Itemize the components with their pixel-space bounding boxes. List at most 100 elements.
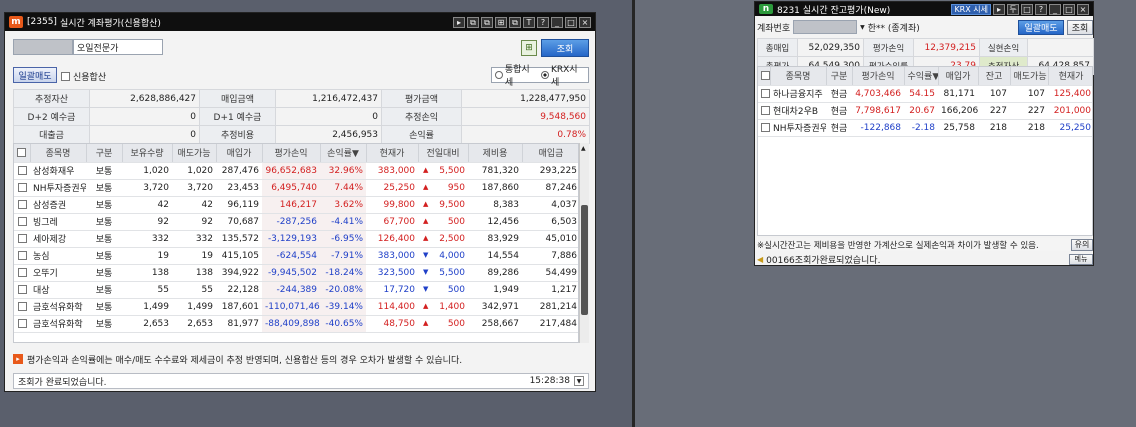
table-row[interactable]: 금호석유화학 보통 2,653 2,653 81,977 -88,409,898 -40.6… [14, 315, 578, 333]
account-number-masked-right[interactable] [793, 20, 858, 34]
column-header-right-4[interactable]: 매입가 [938, 67, 979, 86]
column-header-2[interactable]: 보유수량 [122, 144, 173, 163]
credit-sum-toggle[interactable]: 신용합산 [61, 70, 106, 83]
table-row[interactable]: 농심보통1919415,105-624,554-7.91%383,0004,00… [14, 247, 578, 265]
row-checkbox-cell[interactable] [14, 230, 30, 248]
notice-button[interactable]: 유의 [1071, 238, 1093, 251]
row-checkbox-cell[interactable] [14, 247, 30, 265]
column-header-5[interactable]: 평가손익 [262, 144, 321, 163]
row-checkbox[interactable] [17, 199, 27, 209]
radio-integrated[interactable]: 통합시세 [495, 62, 537, 88]
title-button-9[interactable]: × [579, 16, 591, 28]
row-checkbox[interactable] [17, 233, 27, 243]
scroll-up-icon[interactable]: ▲ [581, 145, 586, 152]
stock-name[interactable]: 현대차2우B [770, 102, 826, 120]
title-button-right-0[interactable]: ▸ [993, 3, 1005, 15]
title-button-8[interactable]: □ [565, 16, 577, 28]
table-row[interactable]: 삼성화재우 보통 1,020 1,020 287,476 96,652,683 32.96%… [14, 162, 578, 180]
account-dropdown-icon[interactable]: ▼ [860, 24, 865, 31]
search-button-right[interactable]: 조회 [1067, 19, 1093, 35]
stock-name[interactable]: 삼성증권 [30, 196, 86, 214]
table-row[interactable]: 대상보통555522,128-244,389-20.08%17,7205001,… [14, 281, 578, 299]
table-row[interactable]: 세아제강 보통 332 332 135,572 -3,129,193 -6.95% 126,4… [14, 230, 578, 248]
title-button-7[interactable]: _ [551, 16, 563, 28]
table-row[interactable]: 오뚜기 보통 138 138 394,922 -9,945,502 -18.24% 323,5… [14, 264, 578, 282]
stock-name[interactable]: NH투자증권우 [30, 179, 86, 197]
column-header-right-5[interactable]: 잔고 [978, 67, 1011, 86]
row-checkbox[interactable] [17, 216, 27, 226]
row-checkbox-cell[interactable] [14, 315, 30, 333]
title-button-right-4[interactable]: _ [1049, 3, 1061, 15]
row-checkbox-cell[interactable] [14, 179, 30, 197]
title-button-3[interactable]: ⊞ [495, 16, 507, 28]
stock-name[interactable]: 삼성화재우 [30, 162, 86, 180]
row-checkbox[interactable] [17, 165, 27, 175]
row-checkbox-cell[interactable] [14, 281, 30, 299]
stock-name[interactable]: 세아제강 [30, 230, 86, 248]
export-icon[interactable]: ⊞ [521, 40, 537, 56]
table-row[interactable]: 금호석유화학 보통 1,499 1,499 187,601 -110,071,465 -39… [14, 298, 578, 316]
krx-toggle[interactable]: KRX 시세 [951, 3, 991, 15]
table-row[interactable]: NH투자증권우 현금 -122,868 -2.18 25,758 218 218 25,250 [758, 119, 1092, 137]
row-checkbox[interactable] [17, 284, 27, 294]
column-header-8[interactable]: 전일대비 [418, 144, 469, 163]
row-checkbox[interactable] [17, 182, 27, 192]
row-checkbox-cell[interactable] [14, 298, 30, 316]
row-checkbox[interactable] [17, 250, 27, 260]
header-checkbox-right[interactable] [758, 67, 771, 86]
stock-name[interactable]: NH투자증권우 [770, 119, 826, 137]
stock-name[interactable]: 대상 [30, 281, 86, 299]
column-header-6[interactable]: 손익률▼ [320, 144, 367, 163]
row-checkbox[interactable] [761, 88, 770, 98]
select-all-checkbox[interactable] [17, 147, 27, 157]
credit-sum-checkbox[interactable] [61, 72, 70, 81]
status-dropdown-icon[interactable]: ▼ [574, 376, 584, 386]
menu-button[interactable]: 메뉴 [1069, 253, 1093, 265]
row-checkbox-cell[interactable] [14, 196, 30, 214]
title-button-6[interactable]: ? [537, 16, 549, 28]
table-row[interactable]: 현대차2우B 현금 7,798,617 20.67 166,206 227 227 201,0… [758, 102, 1092, 120]
column-header-right-2[interactable]: 평가손익 [852, 67, 905, 86]
column-header-right-1[interactable]: 구분 [826, 67, 853, 86]
title-button-4[interactable]: ⧉ [509, 16, 521, 28]
table-row[interactable]: 빙그레보통929270,687-287,256-4.41%67,70050012… [14, 213, 578, 231]
stock-name[interactable]: 빙그레 [30, 213, 86, 231]
title-button-right-6[interactable]: × [1077, 3, 1089, 15]
search-button[interactable]: 조회 [541, 39, 589, 57]
account-number-masked[interactable] [13, 39, 73, 55]
row-checkbox-cell[interactable] [14, 264, 30, 282]
column-header-right-6[interactable]: 매도가능 [1010, 67, 1049, 86]
row-checkbox[interactable] [17, 267, 27, 277]
row-checkbox-cell[interactable] [14, 213, 30, 231]
stock-name[interactable]: 금호석유화학 [30, 298, 86, 316]
title-bar-right[interactable]: n 8231 실시간 잔고평가(New) KRX 시세 ▸ 두 □? _ □ × [755, 2, 1093, 16]
title-button-right-2[interactable]: □ [1021, 3, 1033, 15]
row-checkbox-cell[interactable] [14, 162, 30, 180]
title-button-5[interactable]: T [523, 16, 535, 28]
column-header-10[interactable]: 매입금 [522, 144, 578, 163]
row-checkbox-cell[interactable] [758, 85, 770, 103]
column-header-1[interactable]: 구분 [86, 144, 123, 163]
row-checkbox[interactable] [761, 122, 770, 132]
column-header-right-3[interactable]: 수익률▼ [904, 67, 939, 86]
scroll-thumb[interactable] [581, 205, 588, 315]
account-name-field[interactable]: 오일전문가 [73, 39, 163, 55]
title-button-0[interactable]: ▸ [453, 16, 465, 28]
column-header-7[interactable]: 현재가 [366, 144, 419, 163]
stock-name[interactable]: 농심 [30, 247, 86, 265]
row-checkbox[interactable] [17, 318, 27, 328]
title-button-2[interactable]: ⧉ [481, 16, 493, 28]
row-checkbox[interactable] [17, 301, 27, 311]
column-header-9[interactable]: 제비용 [468, 144, 523, 163]
stock-name[interactable]: 금호석유화학 [30, 315, 86, 333]
table-row[interactable]: NH투자증권우 보통 3,720 3,720 23,453 6,495,740 7.44% 2… [14, 179, 578, 197]
header-checkbox[interactable] [14, 144, 31, 163]
table-row[interactable]: 삼성증권보통424296,119146,2173.62%99,8009,5008… [14, 196, 578, 214]
column-header-3[interactable]: 매도가능 [172, 144, 217, 163]
sell-all-button-right[interactable]: 일괄매도 [1018, 19, 1064, 35]
row-checkbox[interactable] [761, 105, 770, 115]
radio-krx[interactable]: KRX시세 [541, 62, 585, 88]
table-row[interactable]: 하나금융지주 현금 4,703,466 54.15 81,171 107 107 125,40… [758, 85, 1092, 103]
holdings-scrollbar[interactable]: ▲ [579, 143, 589, 343]
sell-all-button[interactable]: 일괄매도 [13, 67, 57, 83]
